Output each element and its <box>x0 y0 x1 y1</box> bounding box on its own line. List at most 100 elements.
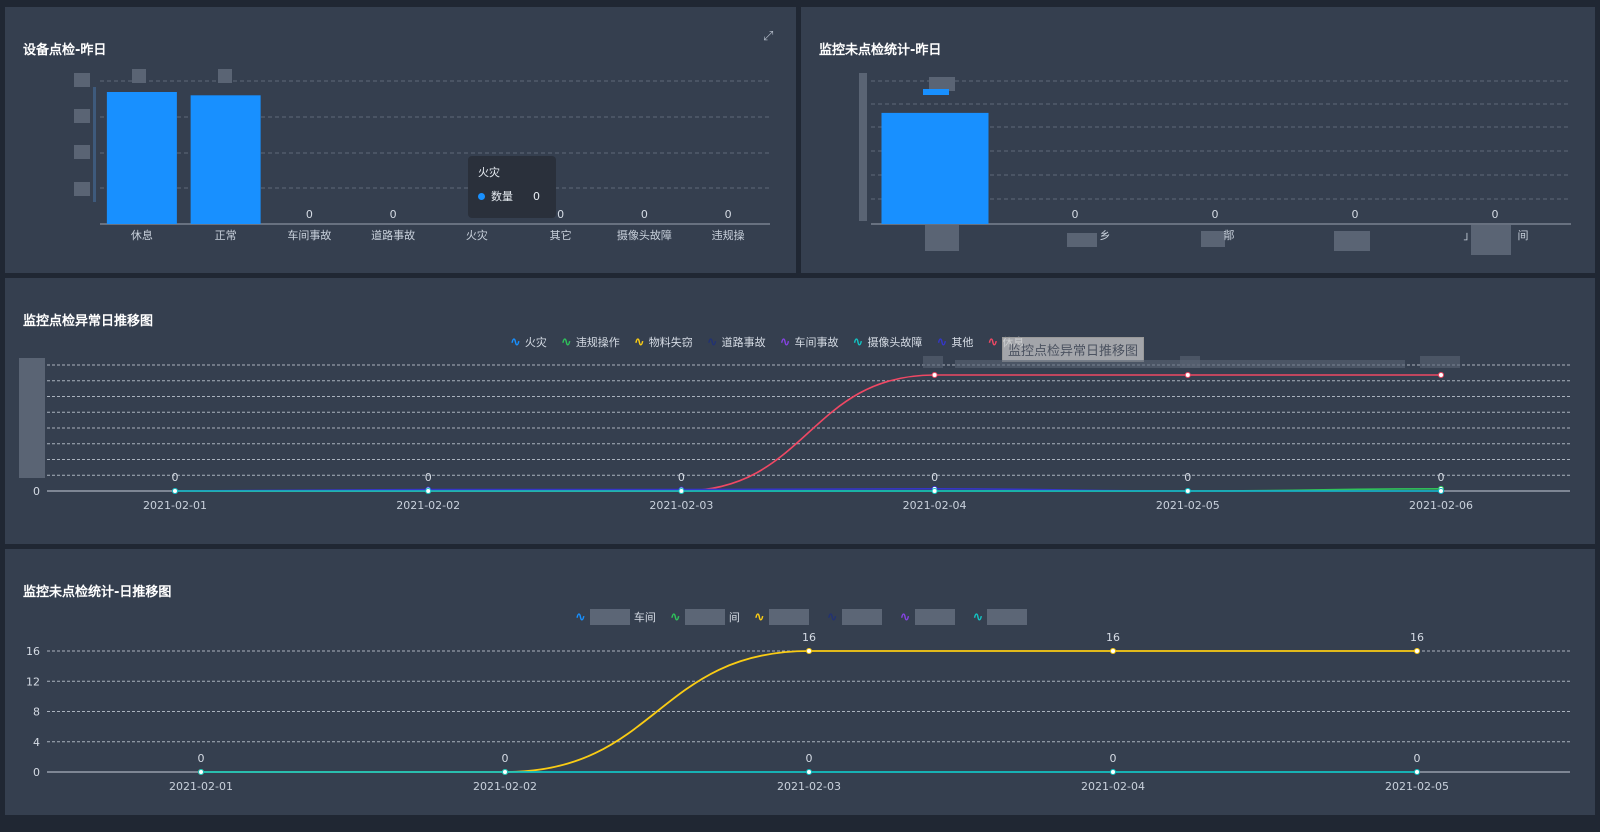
obscured-y-tick <box>74 182 90 196</box>
x-tick-label: 间 <box>1518 229 1529 242</box>
obscured-value-label <box>955 360 1405 368</box>
x-tick-label: 休息 <box>131 228 153 242</box>
x-tick-label: 车间事故 <box>287 228 331 242</box>
data-label: 16 <box>802 631 816 644</box>
data-label: 0 <box>1438 471 1445 484</box>
data-point <box>1110 648 1116 654</box>
data-label: 0 <box>931 471 938 484</box>
tooltip-value: 0 <box>533 189 540 203</box>
data-point <box>806 648 812 654</box>
bar-value-label: 0 <box>557 208 564 221</box>
obscured-x-tick-label <box>1067 233 1097 247</box>
bar-cap <box>923 89 949 95</box>
y-tick-label: 8 <box>33 706 40 719</box>
x-tick-label: 鄁 <box>1224 229 1235 242</box>
obscured-x-tick-label <box>925 225 959 251</box>
x-tick-label: 2021-02-01 <box>169 780 233 793</box>
data-label: 0 <box>1414 752 1421 765</box>
series-line <box>175 374 1441 492</box>
bar <box>190 95 261 224</box>
data-label: 16 <box>1106 631 1120 644</box>
x-tick-label: 2021-02-06 <box>1409 499 1473 512</box>
x-tick-label: 2021-02-03 <box>649 499 713 512</box>
x-tick-label: 2021-02-04 <box>1081 780 1145 793</box>
obscured-value-label <box>1420 356 1460 368</box>
x-tick-label: 2021-02-01 <box>143 499 207 512</box>
x-tick-label: 违规操 <box>712 228 745 242</box>
panel-abnormal-daily-trend: 监控点检异常日推移图 ∿ 火灾 ∿ 违规操作 ∿ 物料失窃 ∿ 道路事故 ∿ 车间事故 ∿ 摄像头故障… <box>5 278 1595 544</box>
y-tick-label: 0 <box>33 766 40 779</box>
y-axis-marker <box>93 87 96 202</box>
chart-tooltip: 火灾 数量 0 <box>468 156 556 218</box>
data-point <box>425 488 432 494</box>
obscured-y-tick <box>74 145 90 159</box>
bar-value-label: 0 <box>725 208 732 221</box>
data-point <box>502 769 508 775</box>
x-tick-label: 其它 <box>550 228 572 242</box>
data-point <box>1438 488 1444 494</box>
data-label: 16 <box>1410 631 1424 644</box>
panel-equipment-check-yesterday: 设备点检-昨日 ⤢ 休息正常0车间事故0道路事故0火灾0其它0摄像头故障0违规操… <box>5 7 796 273</box>
x-tick-label: 2021-02-05 <box>1385 780 1449 793</box>
data-label: 0 <box>425 471 432 484</box>
obscured-y-ticks <box>19 358 45 478</box>
panel-monitor-unchecked-yesterday: 监控未点检统计-昨日 0 0 0 0 乡鄁」间 <box>801 7 1595 273</box>
data-label: 0 <box>1110 752 1117 765</box>
data-label: 0 <box>678 471 685 484</box>
data-label: 0 <box>502 752 509 765</box>
x-tick-label: 乡 <box>1100 229 1111 242</box>
bar-chart-equipment: 休息 正常 0 车间事故 0 道路事故 0 火灾 0 其它 0 摄像头故障 0 违规操 <box>74 69 770 242</box>
y-tick-label: 4 <box>33 736 40 749</box>
data-point <box>198 769 204 775</box>
x-tick-label: 道路事故 <box>371 228 415 242</box>
data-point <box>1414 769 1420 775</box>
data-point <box>1110 769 1116 775</box>
obscured-x-tick-label <box>1471 225 1511 255</box>
obscured-x-tick-label <box>1201 231 1225 247</box>
data-point <box>1438 372 1444 378</box>
x-tick-label: 火灾 <box>466 228 488 242</box>
tooltip-row: 数量 0 <box>478 188 546 204</box>
line-chart-abnormal: 0 2021-02-01 2021-02-02 2021-02-03 2021-02-0… <box>19 356 1570 512</box>
x-tick-label: 2021-02-05 <box>1156 499 1220 512</box>
data-point <box>1414 648 1420 654</box>
tooltip-title: 火灾 <box>478 166 500 179</box>
bar-value-label: 0 <box>641 208 648 221</box>
obscured-value-label <box>218 69 232 83</box>
y-tick-label: 16 <box>26 645 40 658</box>
x-tick-label: 2021-02-03 <box>777 780 841 793</box>
data-point <box>806 769 812 775</box>
bar-value-label: 0 <box>390 208 397 221</box>
obscured-y-tick <box>74 73 90 87</box>
obscured-value-label <box>923 356 943 368</box>
obscured-value-label <box>132 69 146 83</box>
data-point <box>931 488 938 494</box>
tooltip-series: 数量 <box>491 190 513 203</box>
data-point <box>1184 372 1191 378</box>
data-point <box>678 488 685 494</box>
x-tick-label: 2021-02-02 <box>396 499 460 512</box>
y-tick-label: 12 <box>26 675 40 688</box>
x-tick-label: 2021-02-04 <box>903 499 967 512</box>
bar-value-label: 0 <box>1352 208 1359 221</box>
data-label: 0 <box>806 752 813 765</box>
bar-chart-monitor: 0 0 0 0 乡 鄁 」 间 <box>859 73 1571 255</box>
bar-value-label: 0 <box>306 208 313 221</box>
bar-value-label: 0 <box>1072 208 1079 221</box>
x-tick-label: 正常 <box>215 229 237 242</box>
data-label: 0 <box>172 471 179 484</box>
obscured-value-label <box>929 77 955 91</box>
bar <box>881 112 989 224</box>
series-dot-icon <box>478 192 485 200</box>
obscured-y-axis <box>859 73 867 221</box>
obscured-x-tick-label <box>1334 231 1370 251</box>
line-chart-unchecked: 0 4 8 12 16 2021-02-01 2021-02-02 2021-02-03 202… <box>26 631 1570 793</box>
obscured-y-tick <box>74 109 90 123</box>
data-point <box>172 488 178 494</box>
bar-value-label: 0 <box>1212 208 1219 221</box>
data-label: 0 <box>1184 471 1191 484</box>
panel-unchecked-daily-trend: 监控未点检统计-日推移图 ∿ 车间 ∿ 间 ∿ ∿ ∿ ∿ 0 4 8 12 16 2021-02-01… <box>5 549 1595 815</box>
bar-value-label: 0 <box>1492 208 1499 221</box>
data-label: 0 <box>198 752 205 765</box>
y-tick-label: 0 <box>33 485 40 498</box>
